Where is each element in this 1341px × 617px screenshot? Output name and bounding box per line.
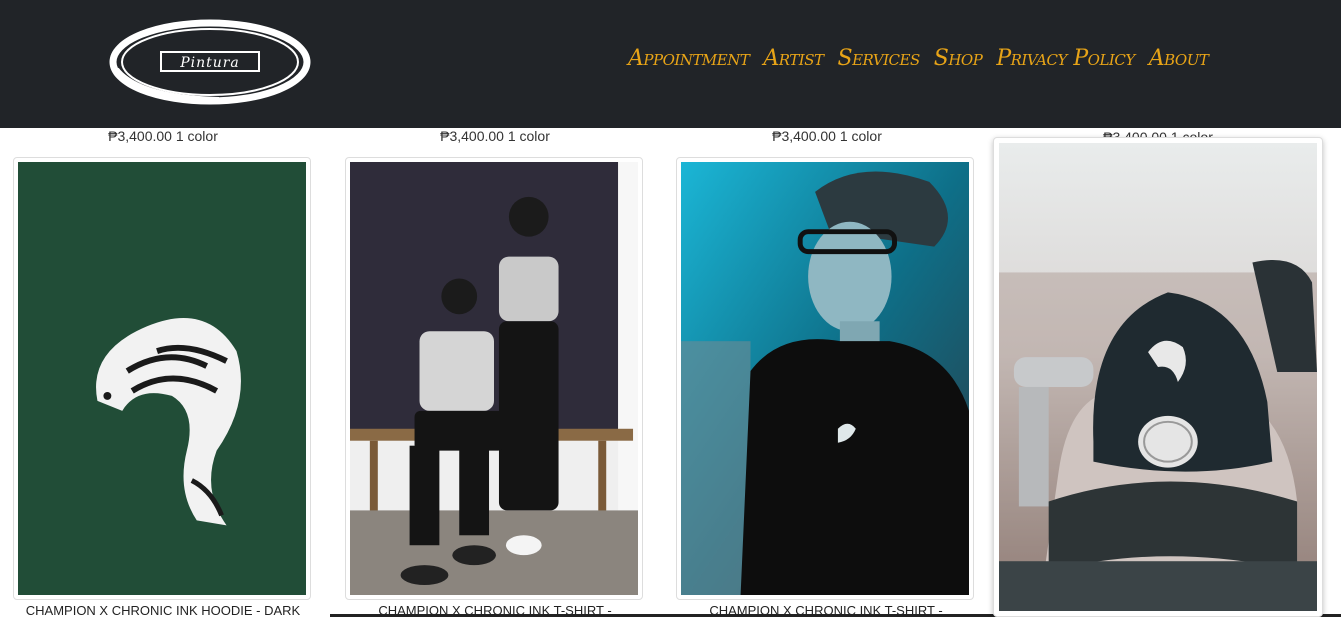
nav-appointment[interactable]: Appointment — [628, 46, 750, 71]
nav-artist[interactable]: Artist — [763, 46, 824, 71]
site-logo[interactable]: Pintura — [109, 19, 311, 105]
product-card-tshirt-black[interactable] — [676, 157, 974, 600]
product-title[interactable]: CHAMPION X CHRONIC INK HOODIE - DARK — [8, 604, 318, 617]
product-image-hoodie[interactable] — [18, 162, 306, 595]
site-header: Pintura Appointment Artist Services Shop… — [0, 0, 1341, 128]
nav-about[interactable]: About — [1149, 46, 1209, 71]
product-image-cap[interactable] — [999, 143, 1317, 611]
nav-privacy-policy[interactable]: Privacy Policy — [996, 46, 1135, 71]
nav-services[interactable]: Services — [838, 46, 921, 71]
product-card-cap[interactable] — [993, 137, 1323, 617]
product-card-tshirt-grey[interactable] — [345, 157, 643, 600]
product-price: ₱3,400.00 1 color — [108, 129, 218, 144]
logo-text: Pintura — [160, 51, 260, 72]
product-image-model[interactable] — [681, 162, 969, 595]
product-price: ₱3,400.00 1 color — [772, 129, 882, 144]
nav-shop[interactable]: Shop — [934, 46, 983, 71]
product-image-couple[interactable] — [350, 162, 638, 595]
main-nav: Appointment Artist Services Shop Privacy… — [628, 46, 1209, 71]
product-card-hoodie[interactable] — [13, 157, 311, 600]
product-price: ₱3,400.00 1 color — [440, 129, 550, 144]
